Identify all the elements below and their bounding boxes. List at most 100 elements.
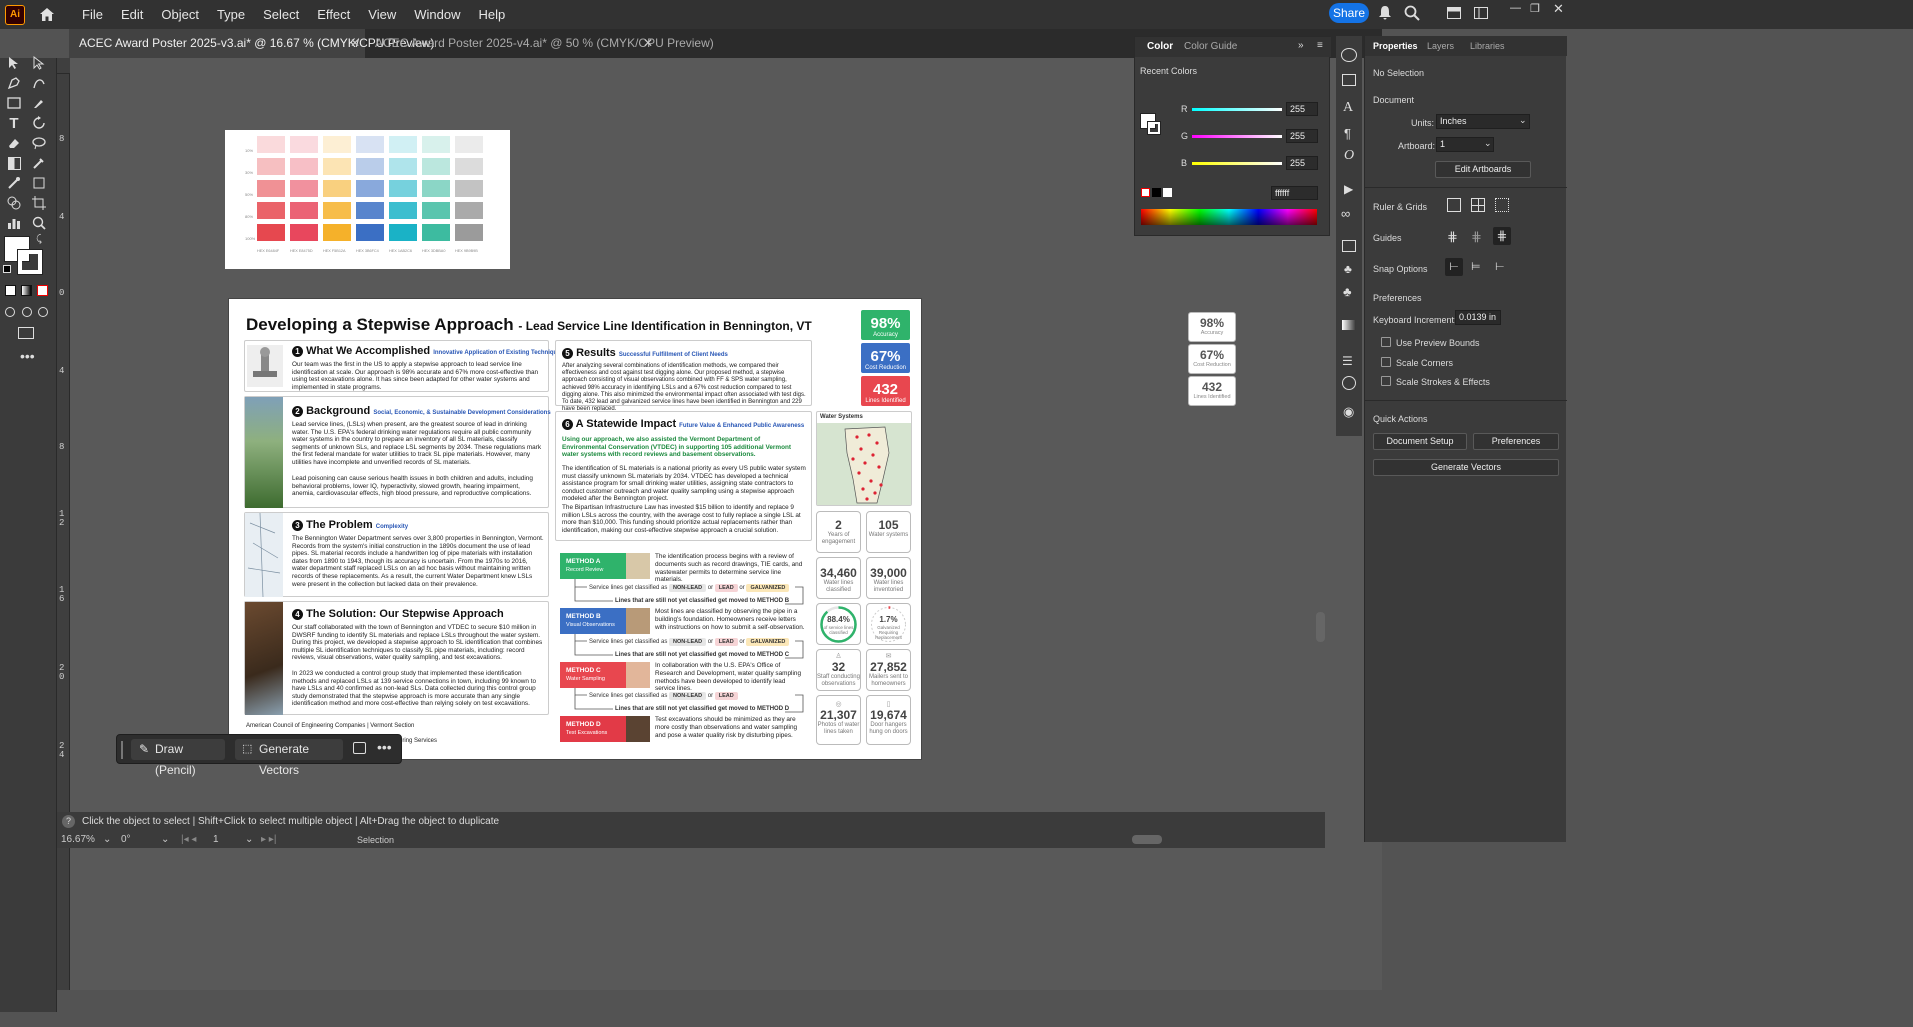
color-swatch[interactable]	[389, 158, 417, 175]
close-icon[interactable]: ✕	[1553, 1, 1564, 17]
lock-guides-icon[interactable]: ⋕	[1471, 229, 1482, 245]
color-swatch[interactable]	[257, 136, 285, 153]
grid-icon[interactable]	[1471, 198, 1485, 212]
menu-select[interactable]: Select	[254, 0, 308, 29]
black-swatch[interactable]	[1152, 188, 1161, 197]
color-swatch[interactable]	[257, 224, 285, 241]
rotation-field[interactable]: 0°	[121, 834, 131, 845]
stroke-swatch[interactable]	[17, 249, 43, 275]
tab-close-icon[interactable]: ✕	[350, 29, 360, 58]
color-swatch[interactable]	[389, 136, 417, 153]
draw-inside-icon[interactable]	[38, 307, 48, 317]
color-swatch[interactable]	[389, 224, 417, 241]
rotate-tool-icon[interactable]	[28, 112, 50, 134]
color-swatch[interactable]	[422, 180, 450, 197]
hex-field[interactable]: ffffff	[1271, 186, 1318, 200]
document-setup-button[interactable]: Document Setup	[1373, 433, 1467, 450]
generate-vectors-button[interactable]: ⬚ Generate Vectors	[235, 739, 343, 777]
artboard-nav-next[interactable]: ▸ ▸|	[261, 834, 276, 845]
vertical-ruler[interactable]: 8 4 0 4 8 1 2 1 6 2 0 2 4	[57, 74, 70, 990]
character-icon[interactable]: A	[1343, 100, 1353, 116]
use-preview-bounds-checkbox[interactable]	[1381, 337, 1391, 347]
color-swatch[interactable]	[323, 180, 351, 197]
puppet-icon[interactable]: ♣	[1344, 262, 1352, 276]
eyedropper-tool-icon[interactable]	[28, 152, 50, 174]
tab-doc-v4[interactable]: ACEC Award Poster 2025-v4.ai* @ 50 % (CM…	[365, 29, 714, 58]
color-swatch[interactable]	[455, 158, 483, 175]
stroke-widget[interactable]	[1147, 121, 1161, 135]
swatch-artboard[interactable]: 10% 30% 50% 80% 100% HEX E6484F HEX E8475D HEX …	[225, 130, 510, 269]
arrange-docs-icon[interactable]	[1474, 7, 1488, 19]
home-icon[interactable]	[33, 0, 61, 29]
curvature-tool-icon[interactable]	[28, 72, 50, 94]
selection-tool-icon[interactable]	[3, 52, 25, 74]
color-swatch[interactable]	[356, 136, 384, 153]
preferences-button[interactable]: Preferences	[1473, 433, 1559, 450]
tab-layers[interactable]: Layers	[1427, 41, 1454, 51]
menu-view[interactable]: View	[359, 0, 405, 29]
menu-type[interactable]: Type	[208, 0, 254, 29]
shape-builder-icon[interactable]	[3, 192, 25, 214]
symbol-sprayer-icon[interactable]	[28, 172, 50, 194]
color-swatch[interactable]	[389, 202, 417, 219]
color-spectrum[interactable]	[1141, 209, 1317, 225]
color-swatch[interactable]	[389, 180, 417, 197]
g-slider[interactable]	[1192, 135, 1282, 138]
paintbrush-tool-icon[interactable]	[28, 92, 50, 114]
eraser-tool-icon[interactable]	[3, 132, 25, 154]
pixel-grid-icon[interactable]	[1495, 198, 1509, 212]
units-select[interactable]: Inches	[1436, 114, 1530, 129]
none-mode-icon[interactable]	[37, 285, 48, 296]
color-swatch[interactable]	[422, 136, 450, 153]
swap-colors-icon[interactable]: ⤹	[36, 234, 42, 245]
tab-color[interactable]: Color	[1147, 41, 1173, 52]
r-value-field[interactable]: 255	[1286, 102, 1318, 116]
menu-help[interactable]: Help	[469, 0, 514, 29]
bell-icon[interactable]	[1378, 5, 1392, 21]
color-swatch[interactable]	[257, 158, 285, 175]
actions-icon[interactable]: ▶	[1344, 182, 1353, 196]
color-swatch[interactable]	[323, 158, 351, 175]
color-swatch[interactable]	[455, 202, 483, 219]
color-swatch[interactable]	[356, 202, 384, 219]
color-swatch[interactable]	[290, 224, 318, 241]
artboard-tool-icon[interactable]	[28, 192, 50, 214]
color-swatch[interactable]	[455, 180, 483, 197]
color-swatch[interactable]	[257, 180, 285, 197]
r-slider[interactable]	[1192, 108, 1282, 111]
edit-artboards-button[interactable]: Edit Artboards	[1435, 161, 1531, 178]
keyboard-increment-field[interactable]: 0.0139 in	[1455, 310, 1501, 325]
scale-corners-checkbox[interactable]	[1381, 357, 1391, 367]
gradient-mode-icon[interactable]	[21, 285, 32, 296]
minimize-icon[interactable]: —	[1510, 2, 1521, 14]
panel-menu-icon[interactable]: ≡	[1317, 40, 1323, 51]
restore-icon[interactable]: ❐	[1530, 2, 1540, 15]
artboard-number-field[interactable]: 1	[213, 834, 219, 845]
color-swatch[interactable]	[455, 136, 483, 153]
menu-file[interactable]: File	[73, 0, 112, 29]
menu-object[interactable]: Object	[152, 0, 208, 29]
screen-mode-icon[interactable]	[18, 327, 34, 339]
floating-kpi-accuracy[interactable]: 98% Accuracy	[1188, 312, 1236, 342]
b-slider[interactable]	[1192, 162, 1282, 165]
artboard-dropdown-icon[interactable]: ⌄	[245, 834, 253, 845]
color-swatch[interactable]	[422, 202, 450, 219]
floating-kpi-cost[interactable]: 67% Cost Reduction	[1188, 344, 1236, 374]
rotation-dropdown-icon[interactable]: ⌄	[161, 834, 169, 845]
color-swatch[interactable]	[290, 180, 318, 197]
tab-color-guide[interactable]: Color Guide	[1184, 41, 1237, 52]
snap-pixel-icon[interactable]: ⊢	[1495, 260, 1505, 273]
show-guides-icon[interactable]: ⋕	[1447, 229, 1458, 245]
lasso-tool-icon[interactable]	[28, 132, 50, 154]
panel-collapse-icon[interactable]: »	[1298, 40, 1304, 51]
smart-guides-icon[interactable]: ⋕	[1493, 227, 1511, 245]
tab-doc-v3[interactable]: ACEC Award Poster 2025-v3.ai* @ 16.67 % …	[69, 29, 434, 58]
swatches-icon[interactable]: ◉	[1343, 404, 1354, 420]
color-swatch[interactable]	[422, 158, 450, 175]
pen-tool-icon[interactable]	[3, 72, 25, 94]
graph-tool-icon[interactable]	[3, 212, 25, 234]
image-trace-icon[interactable]	[1342, 74, 1356, 86]
snap-point-icon[interactable]: ⊢	[1445, 258, 1463, 276]
share-button[interactable]: Share	[1329, 3, 1369, 23]
draw-behind-icon[interactable]	[22, 307, 32, 317]
